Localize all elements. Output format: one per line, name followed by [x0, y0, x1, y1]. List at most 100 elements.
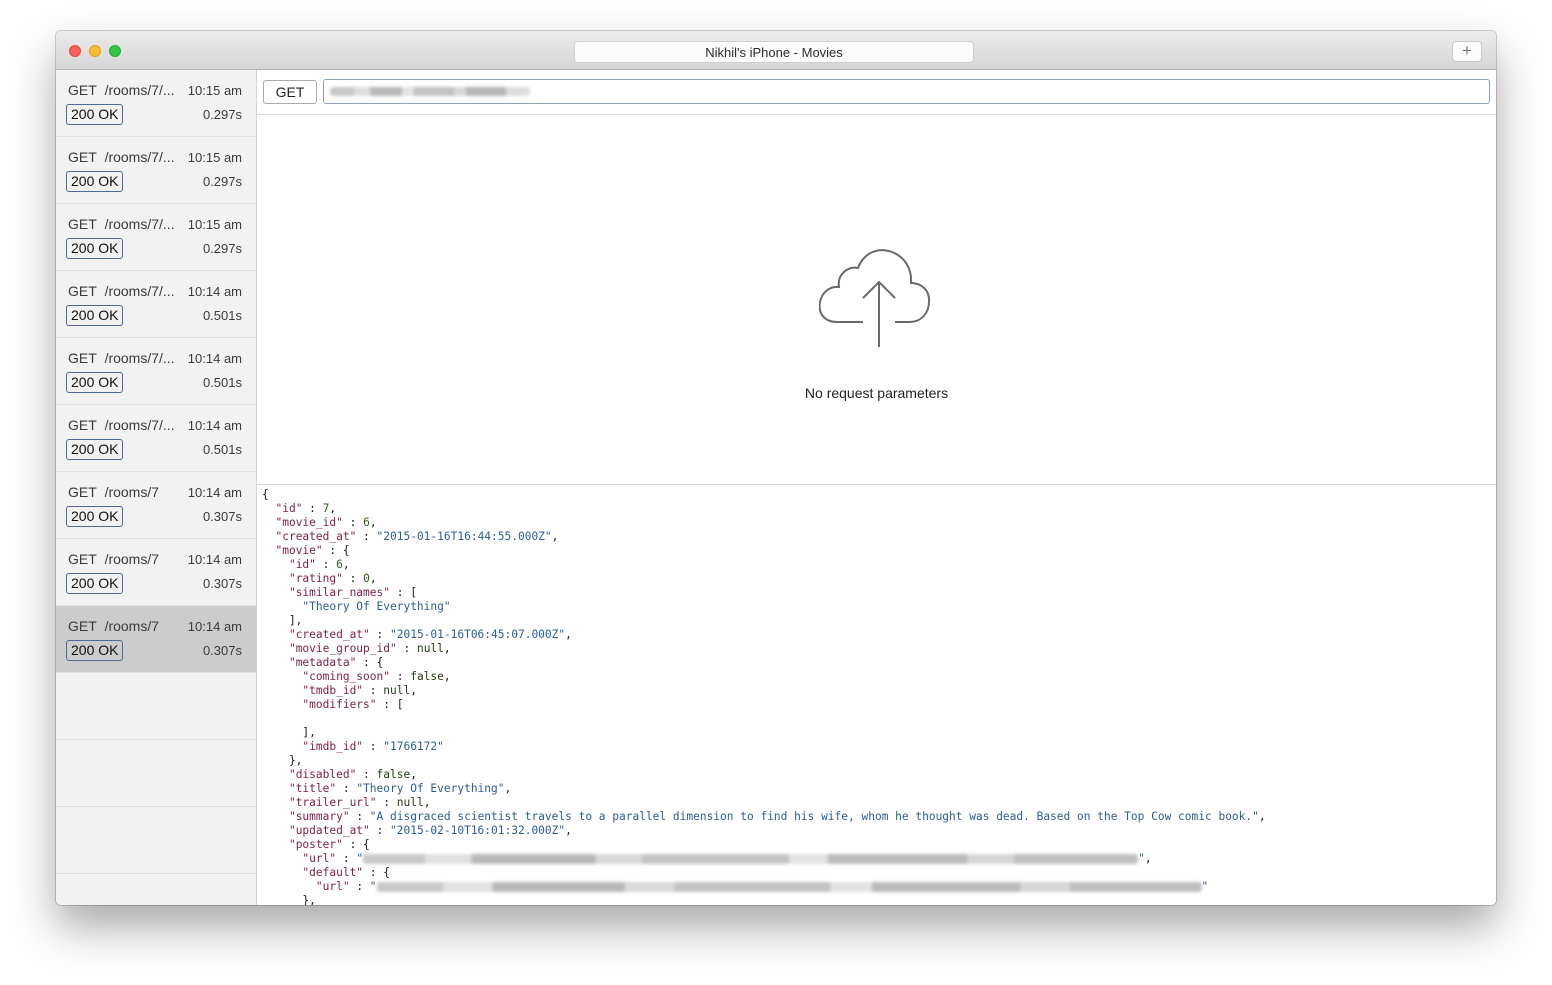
status-badge: 200 OK	[66, 104, 124, 125]
json-value-rating: 0	[363, 572, 370, 585]
json-value-disabled: false	[376, 768, 411, 781]
request-duration: 0.307s	[202, 643, 242, 658]
url-bar: GET	[257, 70, 1496, 115]
json-value-movie-id: 6	[363, 516, 370, 529]
request-path: /rooms/7/...	[104, 417, 175, 433]
request-method-path: GET /rooms/7/...	[68, 216, 175, 232]
request-list: GET /rooms/7/... 10:15 am 200 OK 0.297s GET …	[56, 70, 257, 905]
request-time: 10:15 am	[187, 150, 242, 165]
request-duration: 0.297s	[202, 241, 242, 256]
request-row[interactable]: GET /rooms/7/... 10:14 am 200 OK 0.501s	[56, 338, 256, 405]
json-value-title: "Theory Of Everything"	[356, 782, 505, 795]
status-badge: 200 OK	[66, 439, 124, 460]
json-value-similar-name: "Theory Of Everything"	[302, 600, 451, 613]
request-time: 10:14 am	[187, 552, 242, 567]
request-duration: 0.297s	[202, 174, 242, 189]
json-value-created-at: "2015-01-16T16:44:55.000Z"	[376, 530, 552, 543]
request-detail: GET No request parameters { "id" : 7, "m…	[257, 70, 1496, 905]
request-duration: 0.501s	[202, 375, 242, 390]
request-method-path: GET /rooms/7	[68, 484, 159, 500]
empty-list-row	[56, 673, 256, 740]
request-method: GET	[68, 82, 97, 98]
request-path: /rooms/7/...	[104, 82, 175, 98]
json-viewer: { "id" : 7, "movie_id" : 6, "created_at"…	[262, 488, 1266, 905]
request-method: GET	[68, 216, 97, 232]
status-badge: 200 OK	[66, 640, 124, 661]
title-bar: Nikhil's iPhone - Movies +	[56, 31, 1496, 70]
status-badge: 200 OK	[66, 573, 124, 594]
redacted-default-url	[376, 882, 1202, 892]
request-row[interactable]: GET /rooms/7 10:14 am 200 OK 0.307s	[56, 606, 256, 673]
request-row[interactable]: GET /rooms/7 10:14 am 200 OK 0.307s	[56, 472, 256, 539]
request-method: GET	[68, 149, 97, 165]
app-window: Nikhil's iPhone - Movies + GET /rooms/7/…	[56, 31, 1496, 905]
json-value-imdb-id: "1766172"	[383, 740, 444, 753]
request-duration: 0.297s	[202, 107, 242, 122]
json-value-updated-at: "2015-02-10T16:01:32.000Z"	[390, 824, 566, 837]
json-value-movie-id-field: 6	[336, 558, 343, 571]
request-time: 10:14 am	[187, 485, 242, 500]
json-value-summary: "A disgraced scientist travels to a para…	[369, 810, 1259, 823]
request-time: 10:14 am	[187, 418, 242, 433]
request-path: /rooms/7/...	[104, 350, 175, 366]
request-duration: 0.501s	[202, 308, 242, 323]
cloud-upload-icon	[819, 249, 931, 347]
status-badge: 200 OK	[66, 238, 124, 259]
request-path: /rooms/7/...	[104, 283, 175, 299]
request-method-path: GET /rooms/7/...	[68, 283, 175, 299]
request-row[interactable]: GET /rooms/7 10:14 am 200 OK 0.307s	[56, 539, 256, 606]
request-method: GET	[68, 618, 97, 634]
request-row[interactable]: GET /rooms/7/... 10:14 am 200 OK 0.501s	[56, 271, 256, 338]
status-badge: 200 OK	[66, 372, 124, 393]
redacted-url	[330, 87, 530, 96]
method-button[interactable]: GET	[263, 80, 317, 104]
request-duration: 0.501s	[202, 442, 242, 457]
json-value-tmdb-id: null	[383, 684, 411, 697]
request-path: /rooms/7/...	[104, 216, 175, 232]
request-method-path: GET /rooms/7/...	[68, 149, 175, 165]
request-time: 10:14 am	[187, 619, 242, 634]
url-field[interactable]	[323, 79, 1490, 104]
status-badge: 200 OK	[66, 305, 124, 326]
request-duration: 0.307s	[202, 576, 242, 591]
add-button[interactable]: +	[1452, 41, 1482, 62]
request-path: /rooms/7	[104, 618, 160, 634]
json-value-movie-created-at: "2015-01-16T06:45:07.000Z"	[390, 628, 566, 641]
status-badge: 200 OK	[66, 171, 124, 192]
request-method: GET	[68, 417, 97, 433]
response-body: { "id" : 7, "movie_id" : 6, "created_at"…	[257, 485, 1496, 905]
request-parameters-panel: No request parameters	[257, 115, 1496, 485]
no-parameters-message: No request parameters	[804, 385, 949, 401]
request-path: /rooms/7/...	[104, 149, 175, 165]
close-window-button[interactable]	[69, 45, 81, 57]
request-path: /rooms/7	[104, 484, 160, 500]
request-method-path: GET /rooms/7/...	[68, 82, 175, 98]
window-title: Nikhil's iPhone - Movies	[574, 41, 974, 63]
request-method: GET	[68, 484, 97, 500]
request-row[interactable]: GET /rooms/7/... 10:15 am 200 OK 0.297s	[56, 70, 256, 137]
minimize-window-button[interactable]	[89, 45, 101, 57]
redacted-poster-url	[363, 854, 1139, 864]
request-path: /rooms/7	[104, 551, 160, 567]
request-row[interactable]: GET /rooms/7/... 10:15 am 200 OK 0.297s	[56, 204, 256, 271]
json-value-movie-group-id: null	[416, 642, 444, 655]
json-value-id: 7	[322, 502, 330, 515]
request-row[interactable]: GET /rooms/7/... 10:14 am 200 OK 0.501s	[56, 405, 256, 472]
request-method-path: GET /rooms/7	[68, 551, 159, 567]
request-method: GET	[68, 551, 97, 567]
request-method-path: GET /rooms/7	[68, 618, 159, 634]
json-value-trailer-url: null	[396, 796, 424, 809]
status-badge: 200 OK	[66, 506, 124, 527]
empty-list-row	[56, 807, 256, 874]
request-method-path: GET /rooms/7/...	[68, 417, 175, 433]
request-method: GET	[68, 283, 97, 299]
request-time: 10:15 am	[187, 83, 242, 98]
empty-list-row	[56, 740, 256, 807]
json-value-coming-soon: false	[410, 670, 444, 683]
request-duration: 0.307s	[202, 509, 242, 524]
request-time: 10:14 am	[187, 284, 242, 299]
request-row[interactable]: GET /rooms/7/... 10:15 am 200 OK 0.297s	[56, 137, 256, 204]
request-time: 10:15 am	[187, 217, 242, 232]
zoom-window-button[interactable]	[109, 45, 121, 57]
request-time: 10:14 am	[187, 351, 242, 366]
